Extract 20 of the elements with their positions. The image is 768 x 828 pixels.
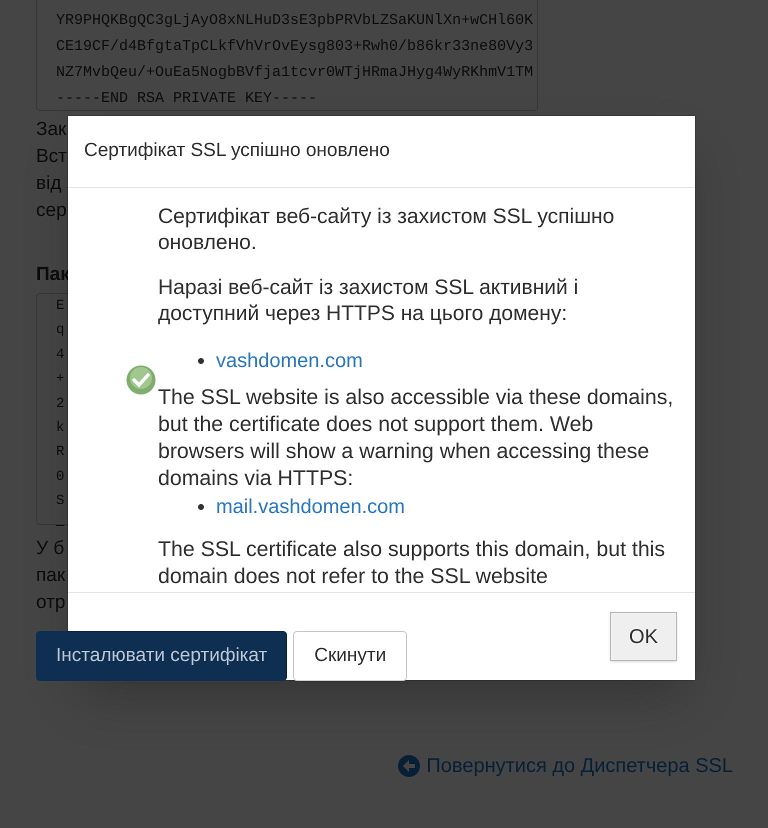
- domain-link[interactable]: vashdomen.com: [216, 346, 363, 376]
- section-heading: Пак: [36, 264, 70, 285]
- message-text: Сертифікат веб-сайту із захистом SSL успішно оновлено.: [158, 204, 616, 256]
- text: від: [36, 173, 62, 194]
- text: пак: [36, 565, 66, 586]
- message-text: The SSL website is also accessible via these domains, but the certificate does not support them. Web browsers will show a warning when accessing these domains via HTTPS:: [158, 384, 674, 492]
- message-text: Наразі веб-сайт із захистом SSL активний і доступний через HTTPS на цього домену:: [158, 275, 580, 327]
- text: Вст: [36, 146, 67, 167]
- bullet-icon: [198, 504, 204, 510]
- text: сер: [36, 200, 67, 221]
- text: Зак: [36, 119, 66, 140]
- message-text: The SSL certificate also supports this domain, but this domain does not refer to the SSL website: [158, 536, 666, 590]
- ok-button[interactable]: OK: [610, 612, 677, 661]
- install-button[interactable]: Інсталювати сертифікат: [36, 631, 288, 681]
- dialog-title: Сертифікат SSL успішно оновлено: [84, 139, 390, 164]
- reset-button[interactable]: Скинути: [293, 631, 408, 681]
- text: отр: [36, 592, 66, 613]
- check-icon: [126, 365, 156, 395]
- domain-link[interactable]: mail.vashdomen.com: [216, 492, 405, 522]
- bullet-icon: [198, 358, 204, 364]
